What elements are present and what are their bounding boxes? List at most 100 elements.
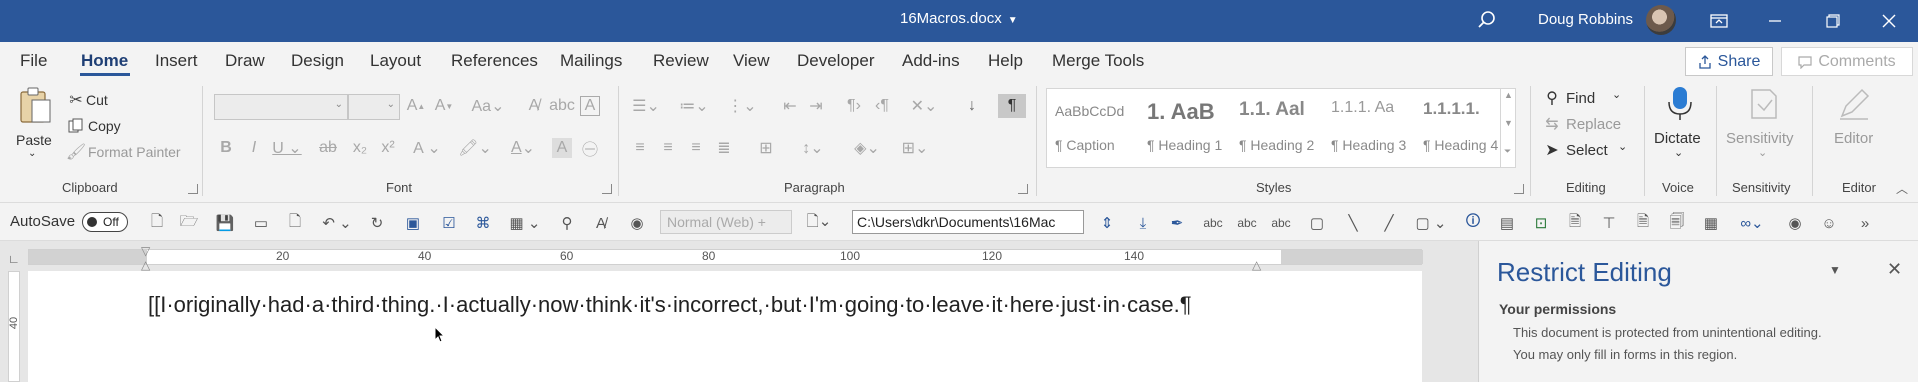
tab-view[interactable]: View	[733, 51, 770, 71]
style-heading-1[interactable]: 1. AaB ¶ Heading 1	[1143, 93, 1231, 163]
tab-merge-tools[interactable]: Merge Tools	[1052, 51, 1144, 71]
info-icon[interactable]: 🛈	[1462, 213, 1484, 233]
rtl-icon[interactable]: ‹¶	[872, 96, 892, 116]
tab-help[interactable]: Help	[988, 51, 1023, 71]
document-arrow-icon[interactable]: 🗎	[1632, 213, 1654, 233]
tab-references[interactable]: References	[451, 51, 538, 71]
tab-layout[interactable]: Layout	[370, 51, 421, 71]
align-left-icon[interactable]: ≡	[630, 138, 650, 158]
style-heading-4[interactable]: 1.1.1.1. ¶ Heading 4	[1419, 93, 1507, 163]
scroll-up-icon[interactable]: ▲	[1504, 90, 1513, 100]
hyperlink-icon[interactable]: ∞⌄	[1734, 213, 1770, 233]
document-title[interactable]: 16Macros.docx ▼	[900, 10, 1018, 27]
editor-button[interactable]: Editor	[1820, 86, 1890, 170]
restore-icon[interactable]	[1810, 0, 1856, 42]
tab-mailings[interactable]: Mailings	[560, 51, 622, 71]
enclose-characters-icon[interactable]: ㊀	[580, 138, 600, 159]
line-spacing-icon[interactable]: ↕⌄	[796, 138, 830, 158]
style-heading-2[interactable]: 1.1. Aal ¶ Heading 2	[1235, 93, 1323, 163]
minimize-icon[interactable]	[1752, 0, 1798, 42]
open-folder-icon[interactable]: 🗁	[178, 213, 200, 233]
pane-options-icon[interactable]: ▼	[1829, 263, 1841, 277]
shrink-font-icon[interactable]: A ▼	[434, 96, 454, 116]
share-button[interactable]: Share	[1685, 47, 1773, 76]
spelling-icon[interactable]: abc	[1202, 213, 1224, 233]
justify-icon[interactable]: ≣	[714, 138, 734, 158]
clipboard-launcher-icon[interactable]	[188, 184, 198, 194]
document-copy-icon[interactable]: 🗐	[1666, 213, 1688, 233]
bold-icon[interactable]: B	[216, 138, 236, 158]
new-document-icon[interactable]: 🗋	[146, 213, 168, 233]
align-right-icon[interactable]: ≡	[686, 138, 706, 158]
right-indent-marker[interactable]: △	[1252, 258, 1261, 272]
avatar[interactable]	[1646, 5, 1676, 35]
text-box-icon[interactable]: ▢	[1306, 213, 1328, 233]
document-edit-icon[interactable]: 🗎	[1564, 213, 1586, 233]
undo-icon[interactable]: ↶ ⌄	[318, 213, 356, 233]
scroll-down-icon[interactable]: ▼	[1504, 118, 1513, 128]
form-icon[interactable]: ▤	[1496, 213, 1518, 233]
bullets-icon[interactable]: ☰⌄	[628, 96, 664, 116]
line-diagonal-icon[interactable]: ╱	[1378, 213, 1400, 233]
pen-icon[interactable]: ✒	[1166, 213, 1188, 233]
autosave-toggle[interactable]: Off	[82, 212, 128, 232]
styles-gallery-scroll[interactable]: ▲ ▼ ⏷	[1500, 88, 1516, 168]
sort-icon[interactable]: ↓	[962, 96, 982, 116]
tab-add-ins[interactable]: Add-ins	[902, 51, 960, 71]
redo-icon[interactable]: ↻	[366, 213, 388, 233]
tab-draw[interactable]: Draw	[225, 51, 265, 71]
hierarchy-icon[interactable]: ⌘	[472, 213, 494, 233]
style-caption[interactable]: AaBbCcDd ¶ Caption	[1051, 93, 1139, 163]
ltr-icon[interactable]: ¶›	[844, 96, 864, 116]
sensitivity-button[interactable]: Sensitivity ⌄	[1724, 86, 1804, 170]
tab-selector-icon[interactable]: ∟	[8, 252, 20, 266]
font-launcher-icon[interactable]	[602, 184, 612, 194]
grow-font-icon[interactable]: A ▲	[406, 96, 426, 116]
styles-launcher-icon[interactable]	[1514, 184, 1524, 194]
character-border-icon[interactable]: A	[580, 96, 600, 116]
increase-indent-icon[interactable]: ⇥	[806, 96, 826, 116]
phonetic-guide-icon[interactable]: abc	[549, 96, 575, 116]
tab-insert[interactable]: Insert	[155, 51, 198, 71]
table-edit-icon[interactable]: ▦	[1700, 213, 1722, 233]
superscript-icon[interactable]: x²	[378, 138, 398, 158]
save-icon[interactable]: 💾	[214, 213, 236, 233]
paste-button[interactable]: Paste ⌄	[14, 86, 58, 166]
replace-button[interactable]: ⇆ Replace	[1542, 114, 1642, 136]
underline-icon[interactable]: U ⌄	[272, 138, 302, 158]
tab-home[interactable]: Home	[81, 51, 128, 71]
dictate-button[interactable]: Dictate ⌄	[1652, 86, 1708, 170]
find-button[interactable]: ⚲ Find ⌄	[1542, 88, 1632, 110]
tab-file[interactable]: File	[20, 51, 47, 71]
subscript-icon[interactable]: x₂	[350, 138, 370, 158]
macro-icon[interactable]: ▣	[402, 213, 424, 233]
change-case-icon[interactable]: Aa⌄	[470, 96, 506, 116]
clear-formatting-icon[interactable]: A̸	[524, 96, 544, 116]
close-icon[interactable]: ✕	[1887, 259, 1902, 280]
show-formatting-marks-icon[interactable]: ¶	[998, 94, 1026, 118]
more-styles-icon[interactable]: ⏷	[1504, 146, 1511, 157]
italic-icon[interactable]: I	[244, 138, 264, 158]
horizontal-ruler[interactable]	[28, 249, 1423, 265]
first-line-indent-marker[interactable]: ▽	[141, 244, 150, 258]
clear-format-icon[interactable]: A̸	[590, 213, 612, 233]
emoji-icon[interactable]: ☺	[1818, 213, 1840, 233]
form-check-icon[interactable]: ⊡	[1530, 213, 1552, 233]
user-name[interactable]: Doug Robbins	[1538, 11, 1633, 28]
multilevel-list-icon[interactable]: ⋮⌄	[724, 96, 760, 116]
line-icon[interactable]: ╲	[1342, 213, 1364, 233]
more-commands-icon[interactable]: »	[1854, 213, 1876, 233]
distributed-icon[interactable]: ⊞	[756, 138, 776, 158]
font-color-icon[interactable]: A ⌄	[506, 138, 540, 158]
ribbon-display-options-icon[interactable]	[1696, 0, 1742, 42]
page-icon[interactable]: 🗋⌄	[802, 213, 836, 233]
document-body-text[interactable]: [[I·originally·had·a·third·thing.·I·actu…	[148, 288, 1268, 322]
close-icon[interactable]	[1866, 0, 1912, 42]
picture-dropdown-icon[interactable]: ▢ ⌄	[1412, 213, 1450, 233]
text-effects-icon[interactable]: A ⌄	[412, 138, 442, 158]
tab-review[interactable]: Review	[653, 51, 709, 71]
borders-icon[interactable]: ⊞⌄	[898, 138, 932, 158]
highlight-color-icon[interactable]: 🖍⌄	[458, 138, 492, 158]
font-size-dropdown[interactable]: ⌄	[348, 94, 400, 120]
folder-icon[interactable]: ▭	[250, 213, 272, 233]
